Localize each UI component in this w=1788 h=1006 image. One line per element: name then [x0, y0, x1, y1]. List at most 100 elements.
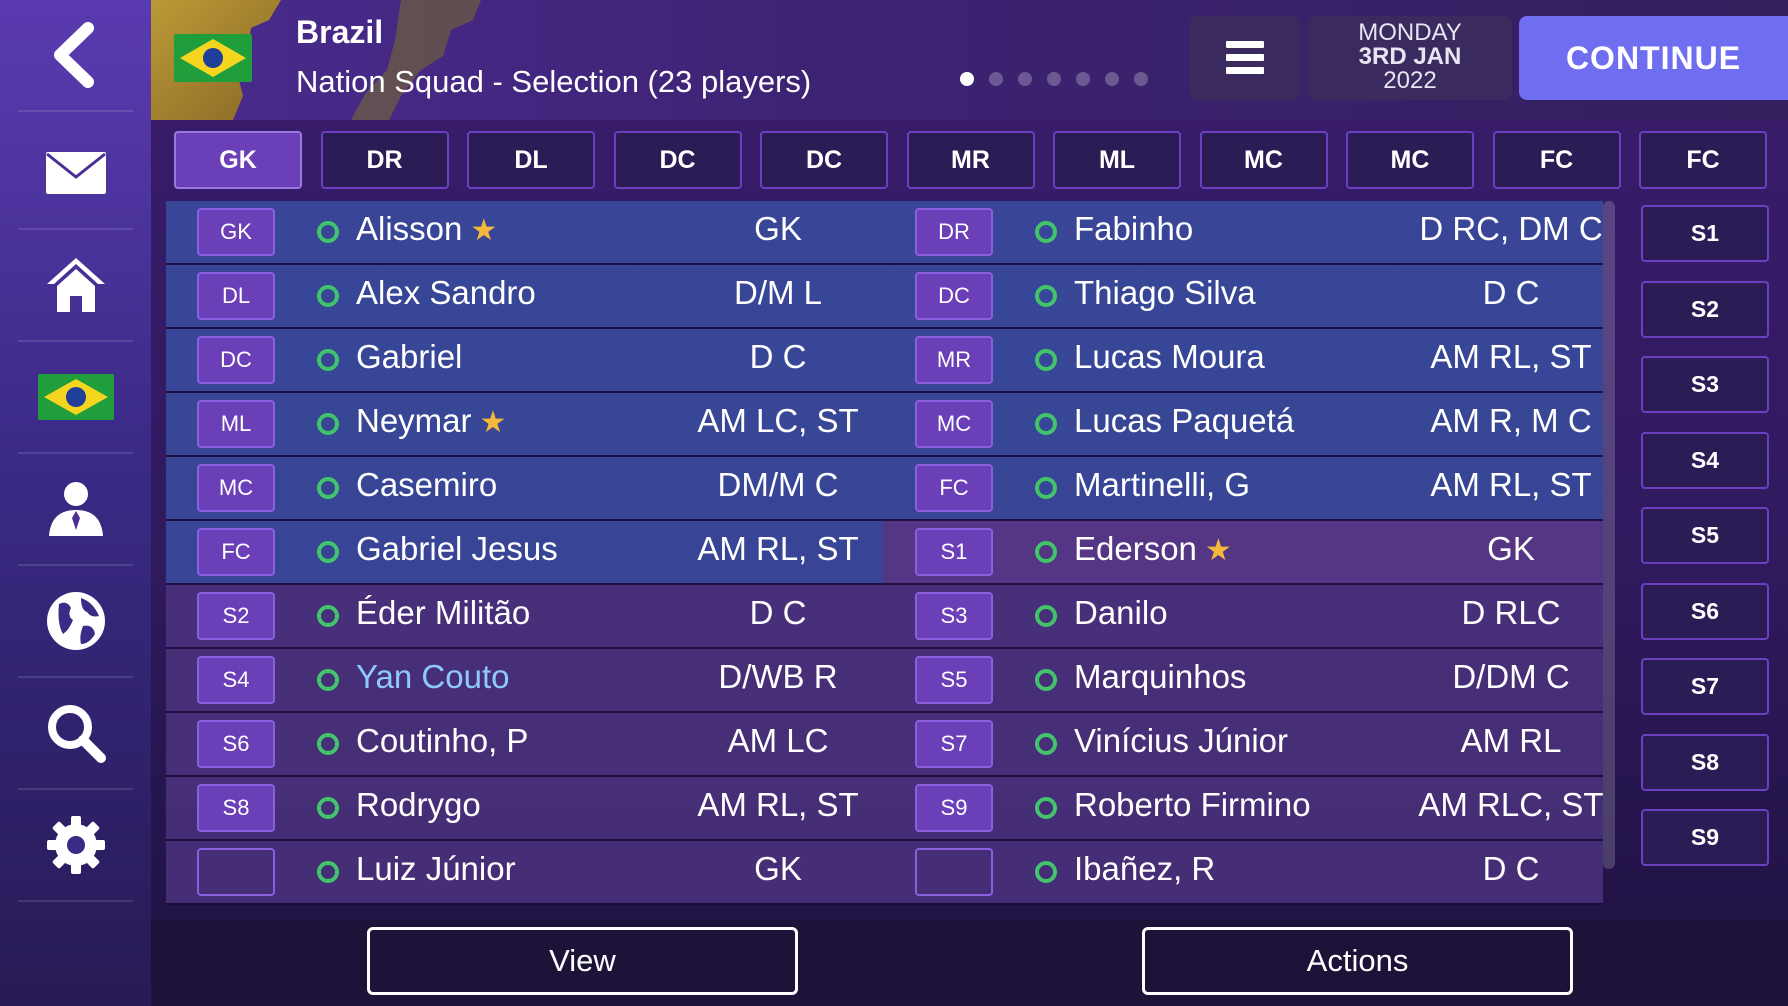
- page-dot[interactable]: [960, 72, 974, 86]
- player-name[interactable]: Alex Sandro: [356, 274, 536, 312]
- player-name[interactable]: Vinícius Júnior: [1074, 722, 1288, 760]
- player-name[interactable]: Rodrygo: [356, 786, 481, 824]
- menu-button[interactable]: [1189, 16, 1300, 100]
- sidebar-item-world[interactable]: [18, 566, 133, 678]
- sub-slot[interactable]: S7: [1641, 658, 1769, 715]
- player-name[interactable]: Luiz Júnior: [356, 850, 516, 888]
- slot-badge[interactable]: DC: [915, 272, 993, 320]
- player-cell[interactable]: DC Thiago Silva D C: [883, 265, 1603, 327]
- sidebar-item-settings[interactable]: [18, 790, 133, 902]
- player-name[interactable]: Ederson ★: [1074, 530, 1232, 568]
- sidebar-item-search[interactable]: [18, 678, 133, 790]
- player-name[interactable]: Lucas Moura: [1074, 338, 1265, 376]
- continue-button[interactable]: CONTINUE: [1519, 16, 1788, 100]
- slot-badge[interactable]: GK: [197, 208, 275, 256]
- player-name[interactable]: Danilo: [1074, 594, 1168, 632]
- player-name[interactable]: Martinelli, G: [1074, 466, 1250, 504]
- sub-slot[interactable]: S5: [1641, 507, 1769, 564]
- player-name[interactable]: Neymar ★: [356, 402, 506, 440]
- sidebar-item-home[interactable]: [18, 230, 133, 342]
- slot-badge[interactable]: MR: [915, 336, 993, 384]
- position-tab[interactable]: MC: [1199, 131, 1328, 189]
- back-button[interactable]: [18, 0, 133, 112]
- player-name[interactable]: Thiago Silva: [1074, 274, 1256, 312]
- slot-badge[interactable]: MC: [197, 464, 275, 512]
- sub-slot[interactable]: S2: [1641, 280, 1769, 338]
- page-dot[interactable]: [1076, 72, 1090, 86]
- page-dot[interactable]: [989, 72, 1003, 86]
- slot-badge[interactable]: MC: [915, 400, 993, 448]
- sidebar-item-inbox[interactable]: [18, 118, 133, 230]
- position-tab[interactable]: MC: [1346, 131, 1474, 189]
- player-name[interactable]: Coutinho, P: [356, 722, 528, 760]
- player-cell[interactable]: S4 Yan Couto D/WB R: [166, 649, 883, 711]
- player-name[interactable]: Casemiro: [356, 466, 497, 504]
- slot-badge[interactable]: S3: [915, 592, 993, 640]
- slot-badge[interactable]: S8: [197, 784, 275, 832]
- player-cell[interactable]: S2 Éder Militão D C: [166, 585, 883, 647]
- player-name[interactable]: Roberto Firmino: [1074, 786, 1311, 824]
- slot-badge[interactable]: S2: [197, 592, 275, 640]
- current-date[interactable]: MONDAY 3RD JAN 2022: [1308, 16, 1512, 100]
- player-cell[interactable]: FC Gabriel Jesus AM RL, ST: [166, 521, 883, 583]
- slot-badge[interactable]: S1: [915, 528, 993, 576]
- position-tab[interactable]: FC: [1492, 131, 1621, 189]
- page-dot[interactable]: [1047, 72, 1061, 86]
- sidebar-item-nation[interactable]: [18, 342, 133, 454]
- player-cell[interactable]: GK Alisson ★ GK: [166, 201, 883, 263]
- player-name[interactable]: Alisson ★: [356, 210, 497, 248]
- player-cell[interactable]: S5 Marquinhos D/DM C: [883, 649, 1603, 711]
- player-name[interactable]: Gabriel Jesus: [356, 530, 558, 568]
- player-cell[interactable]: S3 Danilo D RLC: [883, 585, 1603, 647]
- player-cell[interactable]: DC Gabriel D C: [166, 329, 883, 391]
- position-tab[interactable]: DC: [760, 131, 888, 189]
- actions-button[interactable]: Actions: [1142, 927, 1573, 995]
- player-name[interactable]: Gabriel: [356, 338, 462, 376]
- player-cell[interactable]: S9 Roberto Firmino AM RLC, ST: [883, 777, 1603, 839]
- position-tab[interactable]: DL: [467, 131, 595, 189]
- page-dot[interactable]: [1018, 72, 1032, 86]
- slot-badge[interactable]: [915, 848, 993, 896]
- sub-slot[interactable]: S6: [1641, 582, 1769, 640]
- player-name[interactable]: Lucas Paquetá: [1074, 402, 1294, 440]
- slot-badge[interactable]: S5: [915, 656, 993, 704]
- position-tab[interactable]: ML: [1053, 131, 1181, 189]
- player-cell[interactable]: Luiz Júnior GK: [166, 841, 883, 903]
- slot-badge[interactable]: DL: [197, 272, 275, 320]
- player-cell[interactable]: FC Martinelli, G AM RL, ST: [883, 457, 1603, 519]
- player-cell[interactable]: DR Fabinho D RC, DM C: [883, 201, 1603, 263]
- slot-badge[interactable]: FC: [915, 464, 993, 512]
- player-cell[interactable]: MC Casemiro DM/M C: [166, 457, 883, 519]
- slot-badge[interactable]: S6: [197, 720, 275, 768]
- position-tab[interactable]: GK: [174, 131, 302, 189]
- slot-badge[interactable]: [197, 848, 275, 896]
- player-cell[interactable]: S8 Rodrygo AM RL, ST: [166, 777, 883, 839]
- player-name[interactable]: Fabinho: [1074, 210, 1193, 248]
- player-cell[interactable]: MR Lucas Moura AM RL, ST: [883, 329, 1603, 391]
- player-cell[interactable]: S1 Ederson ★ GK: [883, 521, 1603, 583]
- view-button[interactable]: View: [367, 927, 798, 995]
- player-cell[interactable]: S6 Coutinho, P AM LC: [166, 713, 883, 775]
- sub-slot[interactable]: S8: [1641, 733, 1769, 791]
- player-cell[interactable]: ML Neymar ★ AM LC, ST: [166, 393, 883, 455]
- slot-badge[interactable]: FC: [197, 528, 275, 576]
- slot-badge[interactable]: S7: [915, 720, 993, 768]
- sub-slot[interactable]: S3: [1641, 356, 1769, 413]
- slot-badge[interactable]: ML: [197, 400, 275, 448]
- page-dot[interactable]: [1134, 72, 1148, 86]
- slot-badge[interactable]: S4: [197, 656, 275, 704]
- player-cell[interactable]: S7 Vinícius Júnior AM RL: [883, 713, 1603, 775]
- player-name[interactable]: Éder Militão: [356, 594, 530, 632]
- page-dot[interactable]: [1105, 72, 1119, 86]
- player-name[interactable]: Ibañez, R: [1074, 850, 1215, 888]
- page-indicator[interactable]: [960, 72, 1148, 86]
- player-cell[interactable]: Ibañez, R D C: [883, 841, 1603, 903]
- sub-slot[interactable]: S1: [1641, 205, 1769, 262]
- player-cell[interactable]: MC Lucas Paquetá AM R, M C: [883, 393, 1603, 455]
- slot-badge[interactable]: S9: [915, 784, 993, 832]
- slot-badge[interactable]: DR: [915, 208, 993, 256]
- player-cell[interactable]: DL Alex Sandro D/M L: [166, 265, 883, 327]
- sidebar-item-manager[interactable]: [18, 454, 133, 566]
- position-tab[interactable]: MR: [906, 131, 1035, 189]
- position-tab[interactable]: DC: [613, 131, 742, 189]
